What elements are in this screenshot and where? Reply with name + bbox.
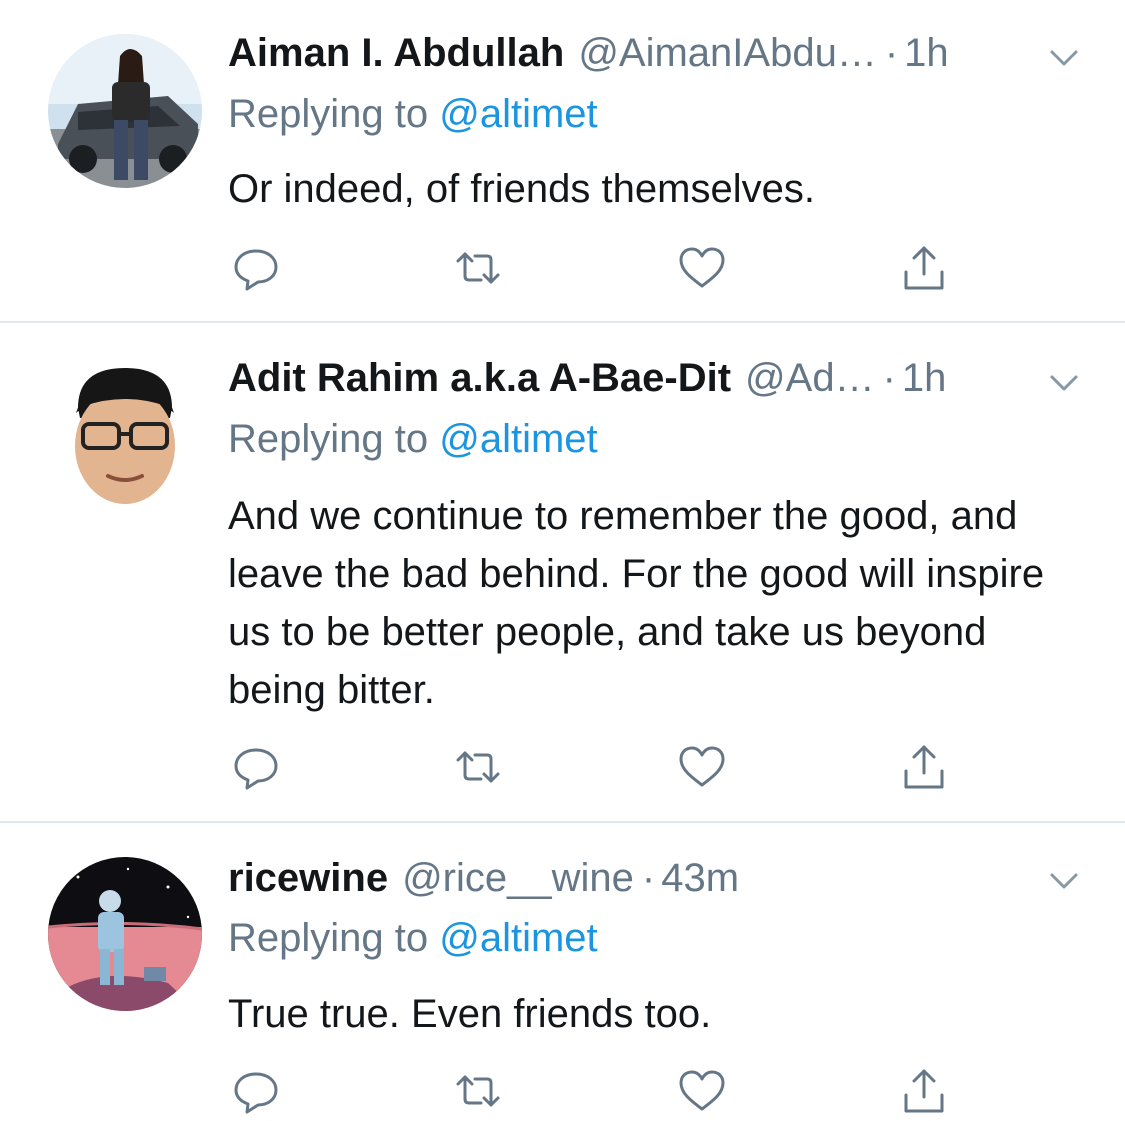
replying-label: Replying to bbox=[228, 417, 429, 461]
chevron-down-icon[interactable] bbox=[1044, 42, 1084, 72]
reply-icon[interactable] bbox=[230, 1065, 282, 1117]
chevron-down-icon[interactable] bbox=[1044, 367, 1084, 397]
replying-label: Replying to bbox=[228, 916, 429, 960]
mention-link[interactable]: @altimet bbox=[439, 417, 597, 461]
avatar[interactable] bbox=[48, 34, 202, 188]
tweet-text: True true. Even friends too. bbox=[228, 992, 712, 1036]
mention-link[interactable]: @altimet bbox=[439, 92, 597, 136]
tweet[interactable]: Aiman I. Abdullah @AimanIAbdu… · 1h Repl… bbox=[0, 0, 1125, 322]
share-icon[interactable] bbox=[898, 1065, 950, 1117]
retweet-icon[interactable] bbox=[452, 741, 504, 793]
avatar[interactable] bbox=[48, 358, 202, 512]
avatar[interactable] bbox=[48, 857, 202, 1011]
user-handle[interactable]: @rice__wine bbox=[402, 853, 634, 903]
share-icon[interactable] bbox=[898, 741, 950, 793]
tweet[interactable]: Adit Rahim a.k.a A-Bae-Dit @Ad… · 1h Rep… bbox=[0, 323, 1125, 821]
action-bar bbox=[0, 1065, 1125, 1121]
heart-icon[interactable] bbox=[676, 741, 728, 793]
replying-label: Replying to bbox=[228, 92, 429, 136]
heart-icon[interactable] bbox=[676, 1065, 728, 1117]
reply-icon[interactable] bbox=[230, 741, 282, 793]
mention-link[interactable]: @altimet bbox=[439, 916, 597, 960]
display-name[interactable]: ricewine bbox=[228, 853, 388, 903]
heart-icon[interactable] bbox=[676, 242, 728, 294]
replying-to: Replying to @altimet bbox=[228, 414, 598, 464]
action-bar bbox=[0, 741, 1125, 797]
display-name[interactable]: Aiman I. Abdullah bbox=[228, 28, 564, 78]
replying-to: Replying to @altimet bbox=[228, 913, 598, 963]
separator-dot: · bbox=[641, 856, 656, 900]
tweet-header: Adit Rahim a.k.a A-Bae-Dit @Ad… · 1h bbox=[228, 353, 946, 403]
share-icon[interactable] bbox=[898, 242, 950, 294]
separator-dot: · bbox=[884, 31, 899, 75]
tweet-header: Aiman I. Abdullah @AimanIAbdu… · 1h bbox=[228, 28, 949, 78]
retweet-icon[interactable] bbox=[452, 1065, 504, 1117]
timestamp[interactable]: 1h bbox=[902, 353, 947, 403]
timestamp[interactable]: 1h bbox=[904, 28, 949, 78]
action-bar bbox=[0, 242, 1125, 298]
chevron-down-icon[interactable] bbox=[1044, 865, 1084, 895]
separator-dot: · bbox=[882, 356, 896, 400]
tweet-text: Or indeed, of friends themselves. bbox=[228, 167, 815, 211]
timestamp[interactable]: 43m bbox=[661, 853, 739, 903]
user-handle[interactable]: @AimanIAbdu… bbox=[578, 28, 877, 78]
retweet-icon[interactable] bbox=[452, 242, 504, 294]
reply-icon[interactable] bbox=[230, 242, 282, 294]
display-name[interactable]: Adit Rahim a.k.a A-Bae-Dit bbox=[228, 353, 731, 403]
tweet-text: And we continue to remember the good, an… bbox=[228, 494, 1045, 712]
replying-to: Replying to @altimet bbox=[228, 89, 598, 139]
tweet-header: ricewine @rice__wine · 43m bbox=[228, 853, 739, 903]
user-handle[interactable]: @Ad… bbox=[745, 353, 875, 403]
tweet[interactable]: ricewine @rice__wine · 43m Replying to @… bbox=[0, 823, 1125, 1118]
